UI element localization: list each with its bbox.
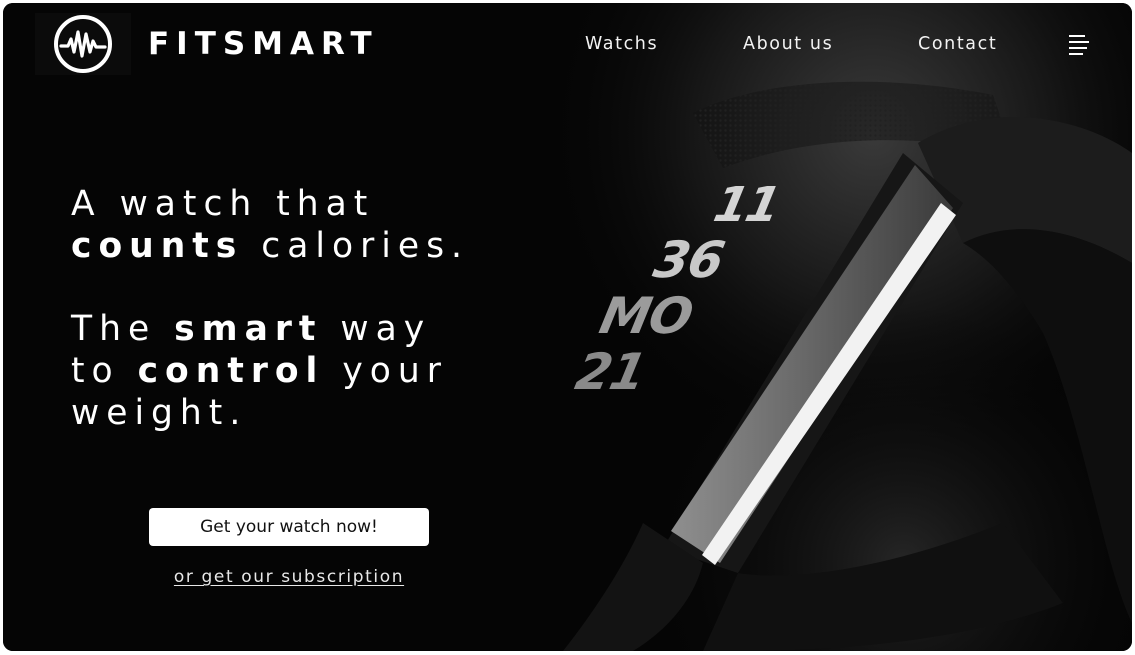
brand-name[interactable]: FITSMART [148, 23, 379, 65]
headline-text: The [71, 309, 175, 349]
headline-line-2: counts calories. [71, 225, 469, 267]
headline-line-3: The smart way [71, 308, 431, 350]
heartbeat-logo-icon [54, 15, 112, 73]
headline-text: A watch that [71, 184, 375, 224]
headline-emphasis: smart [174, 309, 323, 349]
get-watch-button[interactable]: Get your watch now! [149, 508, 429, 546]
nav-link-contact[interactable]: Contact [918, 31, 997, 57]
headline-text: calories. [243, 226, 470, 266]
headline-emphasis: control [137, 351, 325, 391]
headline-line-4: to control your [71, 350, 448, 392]
headline-text: way [322, 309, 432, 349]
headline-text: your [324, 351, 448, 391]
subscription-link[interactable]: or get our subscription [149, 565, 429, 589]
headline-text: weight. [71, 393, 248, 433]
headline-line-5: weight. [71, 392, 247, 434]
watch-hour: 11 [709, 177, 784, 233]
headline-line-1: A watch that [71, 183, 374, 225]
landing-page: 11 36 MO 21 FITSMART Watchs About us Con… [3, 3, 1132, 651]
site-header: FITSMART Watchs About us Contact [3, 3, 1132, 83]
hamburger-menu-icon[interactable] [1067, 31, 1091, 57]
nav-link-watches[interactable]: Watchs [585, 31, 658, 57]
logo-link[interactable] [35, 13, 131, 75]
headline-emphasis: counts [71, 226, 244, 266]
nav-link-about[interactable]: About us [743, 31, 833, 57]
watch-day: MO [594, 287, 698, 345]
headline-text: to [71, 351, 138, 391]
watch-minute: 36 [648, 231, 729, 289]
watch-date: 21 [570, 343, 651, 401]
